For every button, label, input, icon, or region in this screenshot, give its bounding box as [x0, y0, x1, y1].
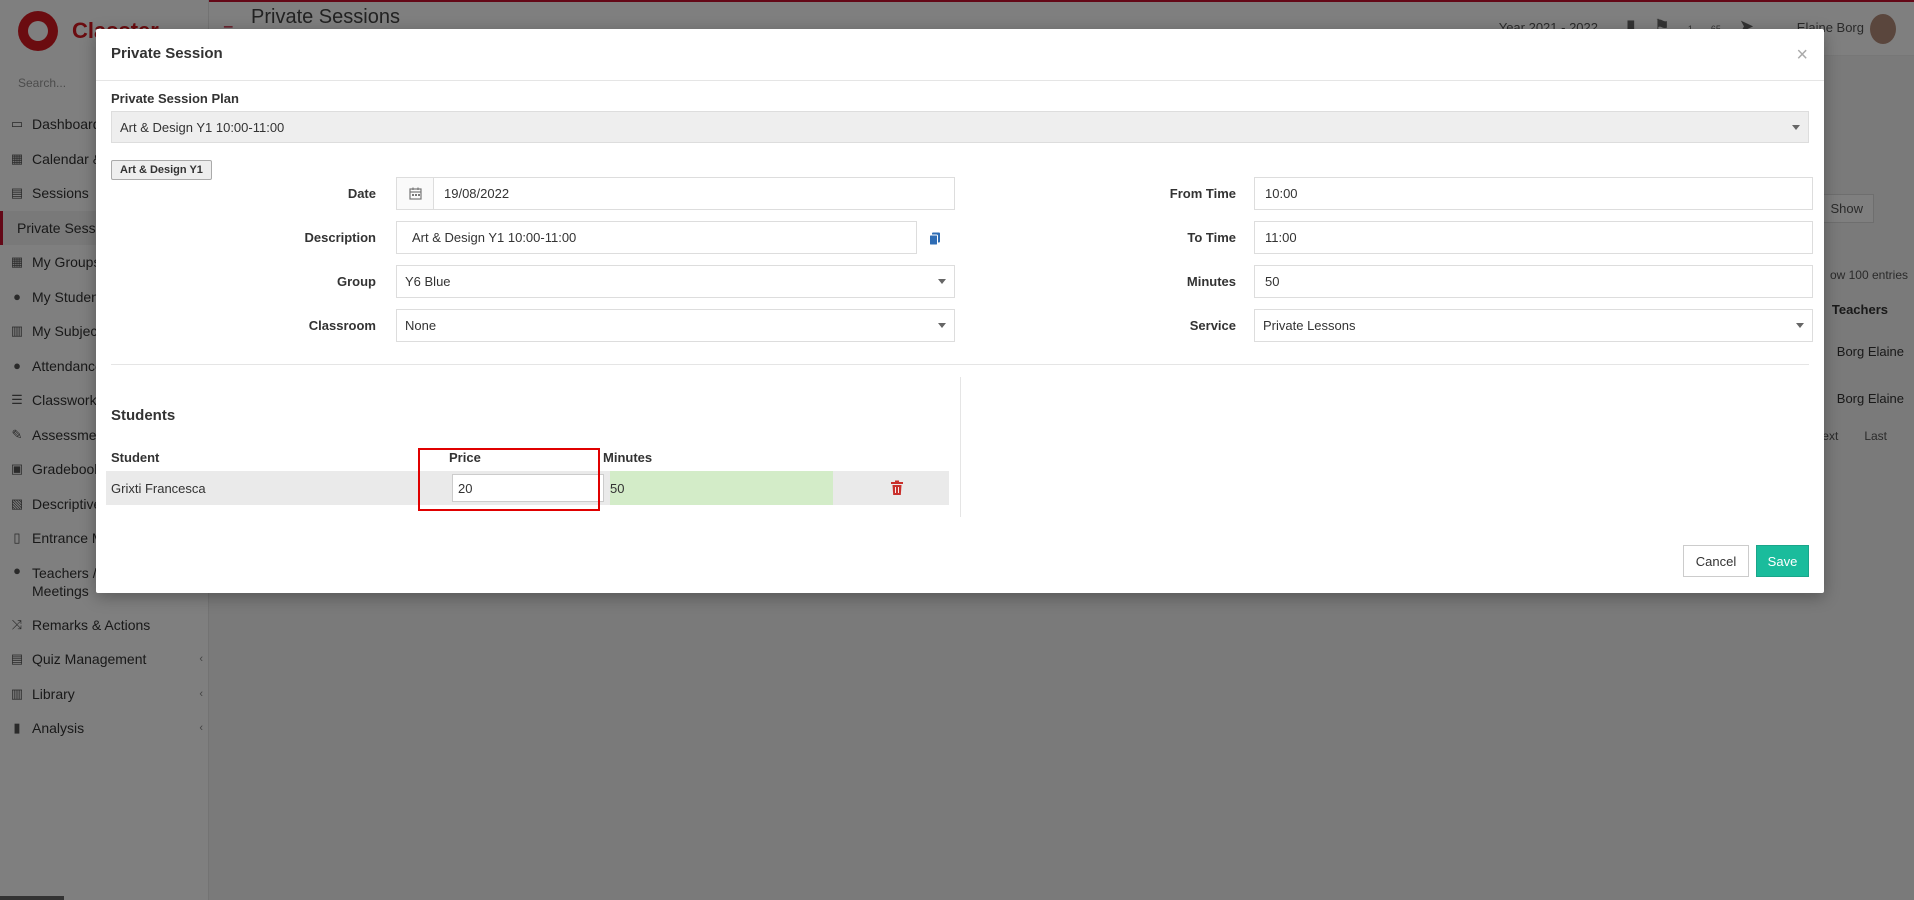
private-session-modal: Private Session × Private Session Plan A…	[96, 29, 1824, 593]
description-field[interactable]: Art & Design Y1 10:00-11:00	[396, 221, 917, 254]
price-column-header: Price	[449, 450, 481, 465]
chevron-down-icon	[938, 323, 946, 328]
to-time-field[interactable]: 11:00	[1254, 221, 1813, 254]
students-section-title: Students	[111, 407, 176, 424]
date-label: Date	[347, 186, 376, 201]
minutes-cell[interactable]: 50	[610, 471, 833, 505]
student-column-header: Student	[111, 450, 160, 465]
classroom-select[interactable]: None	[396, 309, 955, 342]
table-row: Grixti Francesca 50	[106, 471, 949, 505]
chevron-down-icon	[938, 279, 946, 284]
classroom-select-value: None	[405, 318, 437, 333]
trash-icon[interactable]	[890, 480, 904, 496]
minutes-field[interactable]: 50	[1254, 265, 1813, 298]
plan-select[interactable]: Art & Design Y1 10:00-11:00	[111, 111, 1809, 143]
plan-label: Private Session Plan	[111, 91, 239, 106]
save-button[interactable]: Save	[1756, 545, 1809, 577]
modal-header: Private Session ×	[96, 29, 1824, 81]
service-label: Service	[1189, 318, 1236, 333]
section-divider	[111, 364, 1809, 365]
copy-icon[interactable]	[927, 230, 943, 248]
calendar-button[interactable]	[396, 177, 434, 210]
calendar-icon	[408, 187, 422, 200]
group-label: Group	[337, 274, 376, 289]
minutes-label: Minutes	[1186, 274, 1236, 289]
minutes-value: 50	[610, 481, 625, 496]
from-time-field[interactable]: 10:00	[1254, 177, 1813, 210]
service-select-value: Private Lessons	[1263, 318, 1356, 333]
cancel-button[interactable]: Cancel	[1683, 545, 1749, 577]
column-divider	[960, 377, 961, 517]
description-label: Description	[304, 230, 376, 245]
plan-select-value: Art & Design Y1 10:00-11:00	[120, 120, 285, 135]
service-select[interactable]: Private Lessons	[1254, 309, 1813, 342]
chevron-down-icon	[1792, 125, 1800, 130]
group-select[interactable]: Y6 Blue	[396, 265, 955, 298]
chevron-down-icon	[1796, 323, 1804, 328]
close-icon[interactable]: ×	[1796, 45, 1808, 65]
to-time-label: To Time	[1187, 230, 1236, 245]
date-field[interactable]: 19/08/2022	[433, 177, 955, 210]
bottom-scroll-indicator	[0, 896, 64, 900]
plan-tag[interactable]: Art & Design Y1	[111, 160, 212, 180]
from-time-label: From Time	[1169, 186, 1236, 201]
modal-title: Private Session	[111, 45, 223, 62]
group-select-value: Y6 Blue	[405, 274, 451, 289]
student-name: Grixti Francesca	[111, 481, 206, 496]
minutes-column-header: Minutes	[603, 450, 653, 465]
price-input[interactable]	[452, 474, 604, 502]
classroom-label: Classroom	[308, 318, 376, 333]
